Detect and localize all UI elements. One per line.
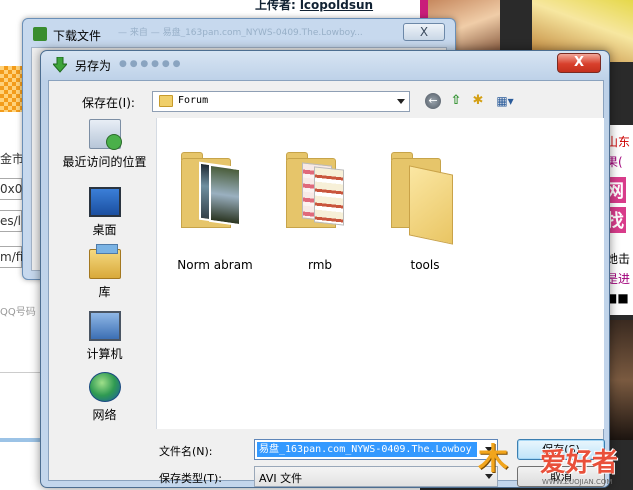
- filename-value[interactable]: 易盘_163pan.com_NYWS-0409.The.Lowboy: [257, 442, 477, 457]
- new-folder-icon[interactable]: ✱: [469, 92, 487, 110]
- place-recent[interactable]: 最近访问的位置: [56, 119, 153, 170]
- save-in-value: Forum: [178, 95, 209, 106]
- dialog-title-extra: ● ● ● ● ● ●: [119, 59, 181, 69]
- checker-banner: [0, 66, 22, 112]
- file-list[interactable]: Norm abram rmb tools: [156, 118, 604, 429]
- download-dialog-subtitle: — 来自 — 易盘_163pan.com_NYWS-0409.The.Lowbo…: [118, 28, 363, 37]
- uploader-info: 上传者: lcopoldsun: [255, 0, 373, 13]
- watermark-logo: 木 爱好者 WWW.ZUOJIAN.COM: [478, 432, 633, 490]
- page-fragment: 0x0: [0, 182, 23, 196]
- places-bar: 最近访问的位置 桌面 库 计算机 网络: [56, 119, 153, 459]
- folder-icon: [409, 165, 453, 245]
- dialog-title: 另存为: [75, 59, 112, 73]
- divider: [0, 438, 40, 442]
- filetype-dropdown[interactable]: AVI 文件: [254, 466, 498, 487]
- uploader-label: 上传者:: [255, 0, 296, 12]
- filename-label: 文件名(N):: [159, 445, 213, 458]
- place-label: 桌面: [92, 223, 117, 237]
- place-computer[interactable]: 计算机: [56, 311, 153, 362]
- network-icon: [88, 372, 121, 402]
- place-library[interactable]: 库: [56, 244, 153, 300]
- place-label: 计算机: [86, 347, 123, 361]
- folder-name: tools: [410, 258, 440, 272]
- watermark-mark: 木: [478, 442, 508, 477]
- save-in-dropdown[interactable]: Forum: [152, 91, 410, 112]
- close-button[interactable]: X: [403, 23, 445, 41]
- place-label: 网络: [92, 408, 117, 422]
- place-network[interactable]: 网络: [56, 372, 153, 423]
- close-button[interactable]: X: [557, 53, 601, 73]
- save-as-dialog: 另存为 ● ● ● ● ● ● X 保存在(I): Forum ← ⇧ ✱ ▦▾…: [40, 50, 610, 488]
- library-icon: [88, 244, 121, 279]
- filename-input[interactable]: 易盘_163pan.com_NYWS-0409.The.Lowboy: [254, 439, 498, 460]
- place-desktop[interactable]: 桌面: [56, 187, 153, 238]
- uploader-link[interactable]: lcopoldsun: [300, 0, 373, 12]
- watermark-url: WWW.ZUOJIAN.COM: [542, 478, 613, 486]
- folder-thumbnail: [209, 163, 241, 227]
- save-in-label: 保存在(I):: [82, 96, 135, 110]
- divider: [0, 372, 40, 373]
- dialog-body: 保存在(I): Forum ← ⇧ ✱ ▦▾ 最近访问的位置 桌面 库 计算机 …: [48, 80, 605, 487]
- desktop-icon: [88, 187, 121, 217]
- page-fragment: m/fi: [0, 250, 24, 264]
- chevron-down-icon[interactable]: [397, 99, 405, 104]
- download-icon: [33, 27, 47, 41]
- place-label: 库: [98, 285, 111, 299]
- recent-places-icon: [88, 119, 122, 150]
- page-fragment: 金市: [0, 152, 25, 166]
- filetype-value: AVI 文件: [259, 472, 303, 485]
- folder-name: rmb: [307, 258, 333, 272]
- folder-thumbnail: [314, 166, 344, 226]
- download-dialog-title: 下载文件: [53, 29, 102, 43]
- download-arrow-icon: [53, 57, 67, 73]
- qq-hint: QQ号码: [0, 307, 36, 318]
- folder-icon: [159, 95, 173, 107]
- page-fragment: es/li: [0, 214, 25, 228]
- watermark-text: 爱好者: [540, 448, 619, 478]
- computer-icon: [88, 311, 121, 341]
- filetype-label: 保存类型(T):: [159, 472, 223, 485]
- view-menu-icon[interactable]: ▦▾: [492, 92, 518, 110]
- back-arrow-icon[interactable]: ←: [425, 93, 441, 109]
- folder-name: Norm abram: [177, 258, 253, 272]
- place-label: 最近访问的位置: [62, 155, 147, 169]
- up-folder-icon[interactable]: ⇧: [447, 92, 465, 110]
